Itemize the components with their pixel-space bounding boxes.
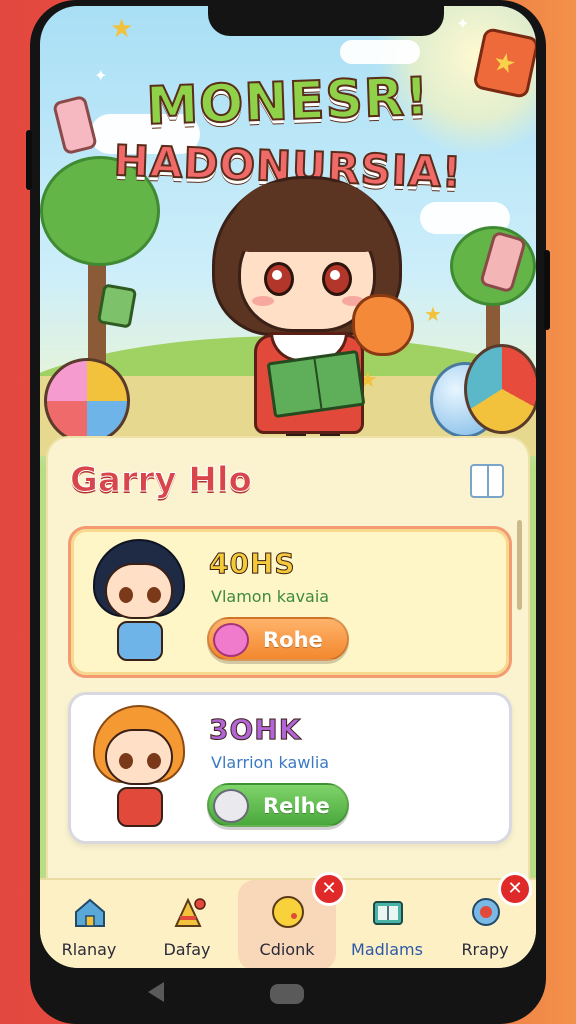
character-avatar <box>85 537 193 669</box>
character-list-panel: Garry Hlo 40HS Vlamon kavaia Rohe 3OHK V… <box>46 436 530 896</box>
nav-label: Dafay <box>163 940 211 959</box>
panel-title: Garry Hlo <box>70 460 253 501</box>
nav-label: Madlams <box>351 940 423 959</box>
beach-ball <box>464 344 536 434</box>
nav-item[interactable]: Madlams <box>338 880 436 968</box>
card-action-button[interactable]: Relhe <box>207 783 349 827</box>
phone-side-button <box>26 130 32 190</box>
card-action-label: Relhe <box>263 794 330 818</box>
system-home-button[interactable] <box>270 984 304 1004</box>
sparkle-icon: ✦ <box>456 14 470 33</box>
card-action-button[interactable]: Rohe <box>207 617 349 661</box>
camera-notch <box>208 6 444 36</box>
phone-side-button <box>544 250 550 330</box>
card-heading: 40HS <box>209 547 296 581</box>
hero-banner: ★ ★ ★ ✦ ✦ ★ MONESR! HADONURSIA! <box>40 6 536 456</box>
smiley-icon <box>272 896 304 928</box>
pig-icon <box>213 623 249 657</box>
close-badge-icon[interactable]: ✕ <box>498 872 532 906</box>
card-heading: 3OHK <box>208 713 302 747</box>
beach-ball <box>44 358 130 444</box>
cloud <box>340 40 420 64</box>
flag-icon <box>174 897 206 927</box>
character-card[interactable]: 3OHK Vlarrion kawlia Relhe <box>68 692 512 844</box>
character-eye <box>322 262 352 296</box>
app-screen: ★ ★ ★ ✦ ✦ ★ MONESR! HADONURSIA! Garry Hl… <box>40 6 536 968</box>
star-icon: ★ <box>424 302 442 326</box>
system-back-icon[interactable] <box>148 982 164 1002</box>
card-subtitle: Vlarrion kawlia <box>211 753 330 772</box>
book-icon[interactable] <box>470 464 504 498</box>
star-icon: ★ <box>110 14 134 44</box>
lantern-icon <box>96 283 138 329</box>
house-icon <box>75 898 105 927</box>
scrollbar[interactable] <box>517 520 522 610</box>
character-eye <box>264 262 294 296</box>
nav-label: Rrapy <box>461 940 509 959</box>
nav-label: Cdionk <box>259 940 315 959</box>
hero-character <box>190 166 420 450</box>
nav-item[interactable]: Rlanay <box>40 880 138 968</box>
blob-creature <box>352 294 414 356</box>
nav-label: Rlanay <box>61 940 117 959</box>
nav-item[interactable]: Dafay <box>138 880 236 968</box>
bottom-nav: Rlanay Dafay Cdionk ✕ Madlams Rrapy ✕ <box>40 872 536 968</box>
card-action-label: Rohe <box>263 628 323 652</box>
card-subtitle: Vlamon kavaia <box>211 587 330 606</box>
map-pin-icon <box>472 898 500 926</box>
feather-icon <box>213 789 249 823</box>
character-avatar <box>85 703 193 835</box>
character-card[interactable]: 40HS Vlamon kavaia Rohe <box>68 526 512 678</box>
book-icon <box>373 901 403 925</box>
